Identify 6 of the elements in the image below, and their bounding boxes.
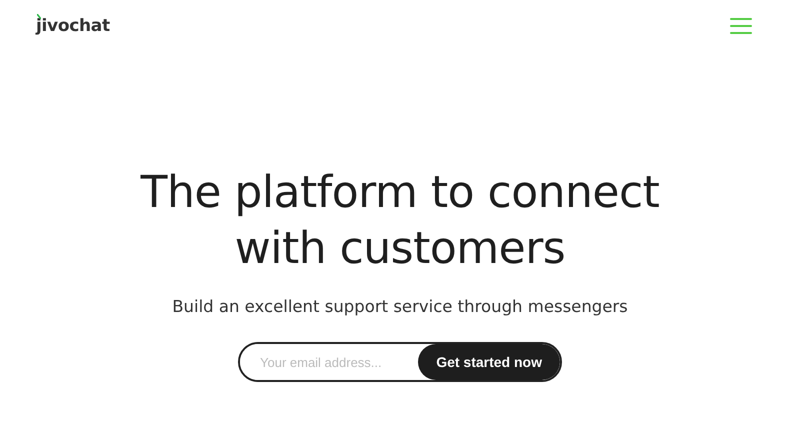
subtitle: Build an excellent support service through messengers: [172, 297, 628, 316]
get-started-button[interactable]: Get started now: [418, 344, 560, 380]
headline: The platform to connect with customers: [140, 166, 660, 276]
logo[interactable]: jivochat: [36, 16, 110, 36]
email-field[interactable]: Your email address... Get started now: [238, 342, 562, 382]
menu-button[interactable]: [730, 18, 752, 34]
